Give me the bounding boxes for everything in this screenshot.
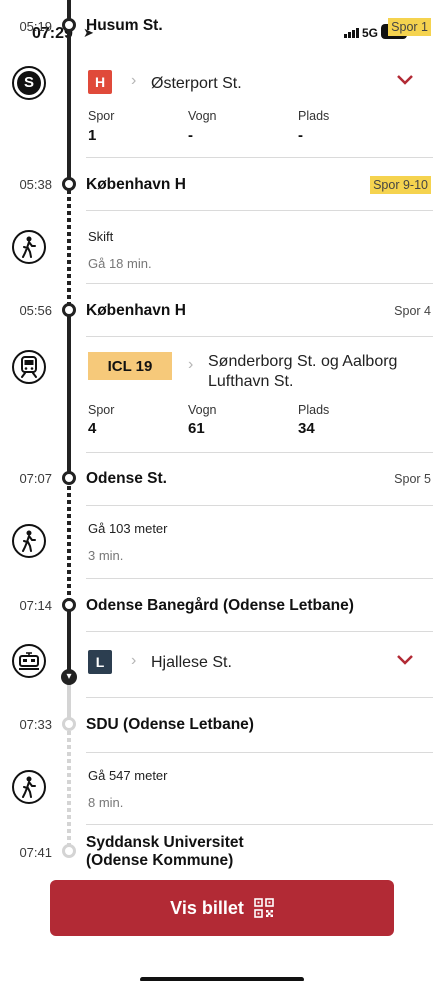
vogn-label: Vogn (188, 403, 217, 417)
stop-time: 05:38 (19, 177, 52, 192)
timeline-segment-walk-2 (67, 479, 71, 604)
walking-icon (12, 524, 46, 558)
divider (86, 824, 433, 825)
divider (86, 452, 433, 453)
walk-title: Gå 103 meter (88, 521, 168, 536)
timeline-node (62, 844, 76, 858)
spor-label: Spor (88, 403, 115, 417)
plads-value: 34 (298, 420, 315, 437)
stop-time: 07:07 (19, 471, 52, 486)
platform-label: Spor 5 (394, 472, 431, 486)
stop-name: Husum St. (86, 17, 163, 34)
line-badge-h[interactable]: H (88, 70, 112, 94)
plads-label: Plads (298, 403, 330, 417)
show-ticket-button[interactable]: Vis billet (50, 880, 394, 936)
stop-time: 05:19 (19, 19, 52, 34)
stop-name: Odense Banegård (Odense Letbane) (86, 597, 354, 614)
timeline-segment-walk-1 (67, 190, 71, 307)
divider (86, 578, 433, 579)
divider (86, 752, 433, 753)
vogn-value: 61 (188, 420, 205, 437)
platform-label: Spor 4 (394, 304, 431, 318)
show-ticket-label: Vis billet (170, 897, 244, 918)
chevron-right-icon: › (131, 652, 137, 669)
platform-badge: Spor 9-10 (370, 176, 431, 194)
tram-icon (12, 644, 46, 678)
chevron-right-icon: › (188, 356, 194, 373)
platform-badge: Spor 1 (388, 18, 431, 36)
expand-chevron-icon[interactable] (396, 73, 414, 91)
walking-icon (12, 770, 46, 804)
walk-duration: 8 min. (88, 795, 124, 810)
stop-name-line1: Syddansk Universitet (86, 834, 244, 851)
stop-time: 07:41 (19, 845, 52, 860)
leg-destination: Østerport St. (151, 75, 242, 92)
vogn-label: Vogn (188, 109, 217, 123)
stop-name-line2: (Odense Kommune) (86, 852, 234, 869)
timeline-node (62, 598, 76, 612)
timeline-node (62, 18, 76, 32)
divider (86, 697, 433, 698)
timeline-node (62, 177, 76, 191)
line-badge-icl19[interactable]: ICL 19 (88, 352, 172, 380)
expand-chevron-icon[interactable] (396, 653, 414, 671)
divider (86, 336, 433, 337)
plads-label: Plads (298, 109, 330, 123)
stop-name: København H (86, 302, 186, 319)
timeline-segment-walk-3 (67, 724, 71, 848)
qr-code-icon (254, 898, 274, 918)
stop-name: København H (86, 176, 186, 193)
s-train-icon: S (12, 66, 46, 100)
divider (86, 283, 433, 284)
stop-time: 05:56 (19, 303, 52, 318)
walk-duration: 3 min. (88, 548, 124, 563)
timeline-node (62, 717, 76, 731)
plads-value: - (298, 127, 303, 144)
train-icon (12, 350, 46, 384)
timeline-segment-tram (67, 604, 71, 676)
stop-time: 07:14 (19, 598, 52, 613)
walk-title: Gå 547 meter (88, 768, 168, 783)
current-position-icon: ▾ (61, 669, 77, 685)
home-indicator[interactable] (140, 977, 304, 981)
spor-label: Spor (88, 109, 115, 123)
signal-icon (344, 28, 359, 38)
walk-title: Skift (88, 229, 114, 244)
stop-time: 07:33 (19, 717, 52, 732)
timeline-segment-train-2 (67, 307, 71, 479)
divider (86, 210, 433, 211)
stop-name: SDU (Odense Letbane) (86, 716, 254, 733)
divider (86, 505, 433, 506)
spor-value: 1 (88, 127, 97, 144)
leg-destination: Hjallese St. (151, 654, 232, 671)
leg-destination-line2: Lufthavn St. (208, 373, 294, 390)
network-label: 5G (362, 26, 379, 40)
vogn-value: - (188, 127, 193, 144)
leg-destination-line1: Sønderborg St. og Aalborg (208, 353, 398, 370)
line-badge-l[interactable]: L (88, 650, 112, 674)
divider (86, 157, 433, 158)
walk-duration: Gå 18 min. (88, 256, 152, 271)
divider (86, 631, 433, 632)
stop-name: Odense St. (86, 470, 167, 487)
chevron-right-icon: › (131, 72, 137, 89)
timeline-node (62, 471, 76, 485)
spor-value: 4 (88, 420, 97, 437)
timeline-node (62, 303, 76, 317)
walking-icon (12, 230, 46, 264)
